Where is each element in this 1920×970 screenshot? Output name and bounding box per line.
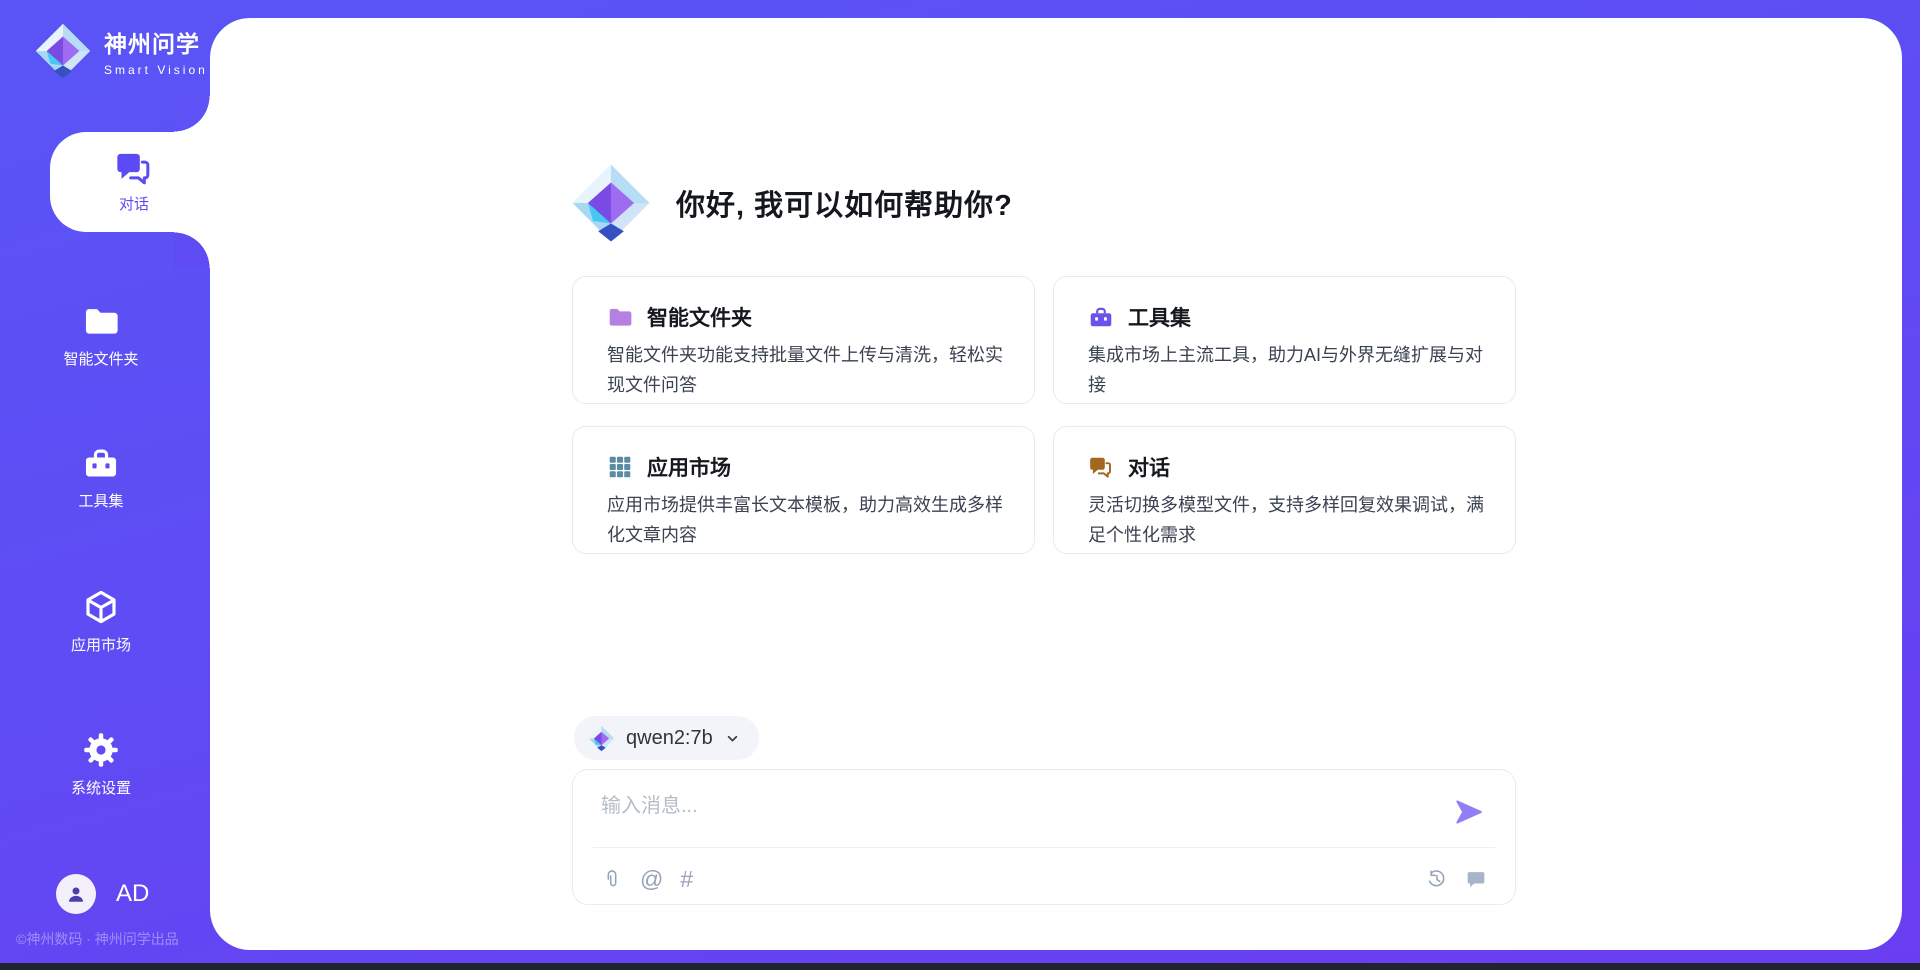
model-gem-icon [588, 725, 615, 752]
card-toolset[interactable]: 工具集 集成市场上主流工具，助力AI与外界无缝扩展与对接 [1053, 276, 1516, 404]
sidebar-item-label: 工具集 [78, 490, 123, 511]
attachment-icon[interactable] [601, 868, 623, 890]
model-name: qwen2:7b [626, 727, 713, 750]
card-app-market[interactable]: 应用市场 应用市场提供丰富长文本模板，助力高效生成多样化文章内容 [572, 426, 1035, 554]
sidebar-item-label: 系统设置 [71, 777, 131, 798]
card-description: 智能文件夹功能支持批量文件上传与清洗，轻松实现文件问答 [607, 340, 1016, 400]
greeting-block: 你好, 我可以如何帮助你? [570, 162, 1013, 244]
folder-icon [82, 302, 120, 340]
user-profile[interactable]: AD [56, 874, 149, 914]
gear-icon [82, 731, 120, 769]
greeting-title: 你好, 我可以如何帮助你? [676, 182, 1013, 224]
copyright-text: ©神州数码 · 神州问学出品 [16, 929, 179, 949]
sidebar-item-app-market[interactable]: 应用市场 [0, 588, 202, 655]
card-description: 集成市场上主流工具，助力AI与外界无缝扩展与对接 [1088, 340, 1497, 400]
feature-cards: 智能文件夹 智能文件夹功能支持批量文件上传与清洗，轻松实现文件问答 工具集 集成… [572, 276, 1516, 554]
bottom-edge-bar [0, 963, 1920, 970]
sidebar-item-label: 应用市场 [71, 634, 131, 655]
sidebar-item-toolset[interactable]: 工具集 [0, 444, 202, 511]
toolbox-icon [1088, 304, 1114, 330]
card-title: 应用市场 [647, 452, 731, 482]
user-initials: AD [116, 880, 149, 908]
send-icon [1453, 796, 1485, 828]
card-description: 应用市场提供丰富长文本模板，助力高效生成多样化文章内容 [607, 490, 1016, 550]
card-title: 对话 [1128, 452, 1170, 482]
brand: 神州问学 Smart Vision [34, 22, 208, 80]
composer-tools-right [1426, 868, 1487, 890]
chevron-down-icon [724, 730, 741, 747]
message-composer: @ # [572, 769, 1516, 905]
assistant-gem-icon [570, 162, 652, 244]
composer-divider [593, 847, 1495, 848]
avatar [56, 874, 96, 914]
chat-bubble-icon[interactable] [1465, 868, 1487, 890]
sidebar: 神州问学 Smart Vision 智能文件夹 工具集 应用市场 系统设置 AD… [0, 0, 210, 970]
app-page: 神州问学 Smart Vision 智能文件夹 工具集 应用市场 系统设置 AD… [0, 0, 1920, 970]
person-icon [64, 882, 88, 906]
toolbox-icon [82, 444, 120, 482]
main-panel: 你好, 我可以如何帮助你? 智能文件夹 智能文件夹功能支持批量文件上传与清洗，轻… [210, 18, 1902, 950]
model-selector[interactable]: qwen2:7b [574, 716, 759, 760]
chat-icon [1088, 454, 1114, 480]
brand-logo-gem-icon [34, 22, 92, 80]
history-icon[interactable] [1426, 868, 1448, 890]
card-title: 智能文件夹 [647, 302, 752, 332]
mention-button[interactable]: @ [640, 868, 663, 890]
card-title: 工具集 [1128, 302, 1191, 332]
sidebar-item-settings[interactable]: 系统设置 [0, 731, 202, 798]
hashtag-button[interactable]: # [680, 868, 693, 890]
card-chat[interactable]: 对话 灵活切换多模型文件，支持多样回复效果调试，满足个性化需求 [1053, 426, 1516, 554]
grid-icon [607, 454, 633, 480]
sidebar-item-label: 智能文件夹 [63, 348, 138, 369]
brand-subtitle: Smart Vision [104, 63, 208, 77]
card-smart-folder[interactable]: 智能文件夹 智能文件夹功能支持批量文件上传与清洗，轻松实现文件问答 [572, 276, 1035, 404]
sidebar-item-smart-folder[interactable]: 智能文件夹 [0, 302, 202, 369]
card-description: 灵活切换多模型文件，支持多样回复效果调试，满足个性化需求 [1088, 490, 1497, 550]
message-input[interactable] [601, 789, 1421, 831]
send-button[interactable] [1453, 796, 1485, 828]
folder-icon [607, 304, 633, 330]
brand-name: 神州问学 [104, 25, 208, 59]
cube-icon [82, 588, 120, 626]
composer-tools-left: @ # [601, 868, 693, 890]
